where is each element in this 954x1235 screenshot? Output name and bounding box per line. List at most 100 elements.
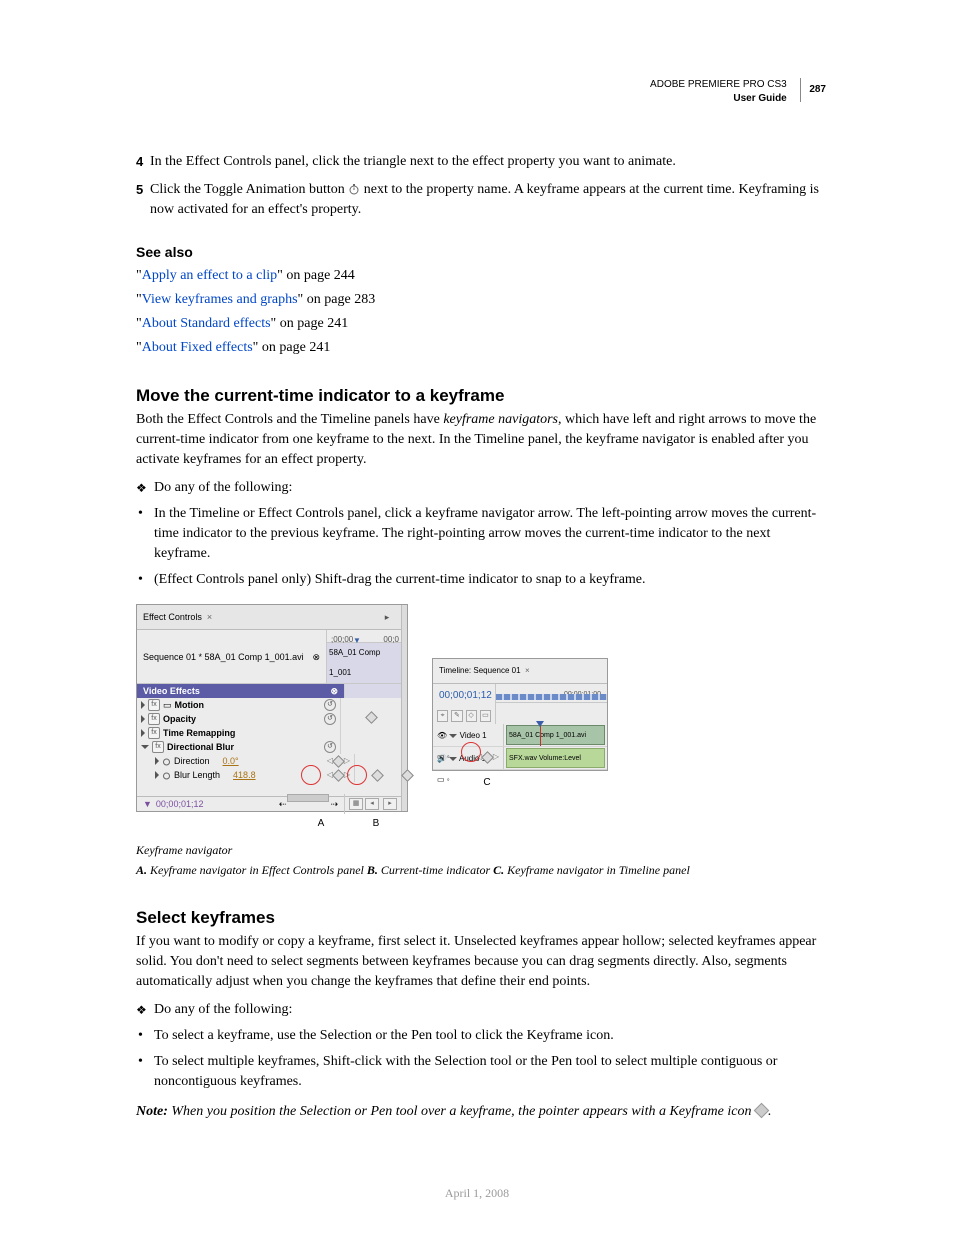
collapse-icon: ⊗ xyxy=(330,684,338,698)
xref-link[interactable]: About Fixed effects xyxy=(142,340,253,355)
disclosure-icon xyxy=(141,745,149,749)
current-time-indicator xyxy=(540,724,541,746)
product-name: ADOBE PREMIERE PRO CS3 xyxy=(650,79,787,90)
time-ruler: 00;00;01;00 xyxy=(496,684,607,703)
xref-link[interactable]: About Standard effects xyxy=(142,316,271,331)
diamond-icon: ❖ xyxy=(136,478,154,498)
effect-prop-direction: Direction0.0° ◁▷ xyxy=(137,754,401,768)
body-paragraph: If you want to modify or copy a keyframe… xyxy=(136,932,826,992)
video-track: 👁 Video 1 ▭ ◦ ◁▷ 58A_01 Comp 1_001.avi xyxy=(433,724,607,747)
snap-icon: ⌖ xyxy=(437,710,448,722)
keyframe-navigator: ◁▷ xyxy=(476,747,499,767)
bullet-item: • In the Timeline or Effect Controls pan… xyxy=(136,504,826,564)
keyframe-icon xyxy=(754,1103,770,1119)
step-text: Click the Toggle Animation button next t… xyxy=(150,180,826,220)
prev-button: ◂ xyxy=(365,798,379,810)
disclosure-icon xyxy=(155,771,159,779)
bullet-icon: • xyxy=(138,1026,154,1046)
eye-icon: 👁 xyxy=(437,731,447,740)
xref-item: "About Standard effects" on page 241 xyxy=(136,314,826,334)
reset-icon: ↺ xyxy=(324,699,336,711)
timeline-panel: Timeline: Sequence 01 × 00;00;01;12 ⌖ ✎ … xyxy=(432,658,608,771)
keyframe-icon xyxy=(365,711,378,724)
instruction-lead: ❖ Do any of the following: xyxy=(136,478,826,498)
stopwatch-icon xyxy=(162,754,171,768)
panel-tab: Effect Controls × ▸ xyxy=(137,605,401,630)
audio-clip: SFX.wav Volume:Level xyxy=(506,748,605,768)
figure: Effect Controls × ▸ Sequence 01 * 58A_01… xyxy=(136,604,826,880)
see-also-heading: See also xyxy=(136,242,826,262)
keyframe-icon xyxy=(332,769,345,782)
section-heading: Move the current-time indicator to a key… xyxy=(136,386,826,406)
timeline-toolbar: ⌖ ✎ ◇ ▭ xyxy=(433,708,495,724)
bullet-icon: • xyxy=(138,570,154,590)
stopwatch-icon xyxy=(162,768,171,782)
body-paragraph: Both the Effect Controls and the Timelin… xyxy=(136,410,826,470)
bullet-item: • (Effect Controls panel only) Shift-dra… xyxy=(136,570,826,590)
fx-icon: fx xyxy=(152,741,164,753)
step-number: 4 xyxy=(136,152,150,172)
cti-handle-icon: ▼ xyxy=(353,631,361,651)
tool-icon: ✎ xyxy=(451,710,462,722)
reset-icon: ↺ xyxy=(324,713,336,725)
disclosure-icon xyxy=(141,729,145,737)
step-text: In the Effect Controls panel, click the … xyxy=(150,152,826,172)
step-number: 5 xyxy=(136,180,150,220)
bullet-icon: • xyxy=(138,1052,154,1092)
section-heading: Select keyframes xyxy=(136,908,826,928)
timecode: 00;00;01;12 xyxy=(433,684,495,708)
panel-tab: Timeline: Sequence 01 × xyxy=(433,659,607,684)
tool-icon: ◇ xyxy=(466,710,477,722)
instruction-lead: ❖ Do any of the following: xyxy=(136,1000,826,1020)
video-clip: 58A_01 Comp 1_001.avi xyxy=(506,725,605,745)
xref-item: "View keyframes and graphs" on page 283 xyxy=(136,290,826,310)
xref-link[interactable]: View keyframes and graphs xyxy=(142,292,298,307)
reset-icon: ↺ xyxy=(324,741,336,753)
effect-row-timeremap: fxTime Remapping xyxy=(137,726,401,740)
footer-date: April 1, 2008 xyxy=(0,1186,954,1201)
effect-row-motion: fx▭Motion↺ xyxy=(137,698,401,712)
effect-controls-panel: Effect Controls × ▸ Sequence 01 * 58A_01… xyxy=(136,604,408,812)
fx-icon: fx xyxy=(148,699,160,711)
disclosure-icon xyxy=(155,757,159,765)
callout-row: C xyxy=(432,773,608,793)
page-number: 287 xyxy=(809,78,826,102)
bullet-icon: • xyxy=(138,504,154,564)
bullet-item: • To select multiple keyframes, Shift-cl… xyxy=(136,1052,826,1092)
keyframe-navigator: ◁▷ xyxy=(327,754,350,768)
keyframe-icon xyxy=(371,769,384,782)
page-content: 4 In the Effect Controls panel, click th… xyxy=(136,152,826,1122)
disclosure-icon xyxy=(141,715,145,723)
figure-key: A. Keyframe navigator in Effect Controls… xyxy=(136,860,826,880)
diamond-icon: ❖ xyxy=(136,1000,154,1020)
fx-icon: fx xyxy=(148,727,160,739)
xref-item: "Apply an effect to a clip" on page 244 xyxy=(136,266,826,286)
close-icon: × xyxy=(207,612,212,622)
effect-row-opacity: fxOpacity↺ xyxy=(137,712,401,726)
effect-row-dirblur: fxDirectional Blur↺ xyxy=(137,740,401,754)
guide-name: User Guide xyxy=(733,93,786,104)
xref-item: "About Fixed effects" on page 241 xyxy=(136,338,826,358)
step-4: 4 In the Effect Controls panel, click th… xyxy=(136,152,826,172)
note: Note: When you position the Selection or… xyxy=(136,1102,826,1122)
keyframe-navigator: ◁▷ xyxy=(327,768,350,782)
disclosure-icon xyxy=(141,701,145,709)
page-header: ADOBE PREMIERE PRO CS3 User Guide 287 xyxy=(650,78,826,106)
xref-link[interactable]: Apply an effect to a clip xyxy=(142,268,277,283)
keyframe-icon xyxy=(332,755,345,768)
bullet-item: • To select a keyframe, use the Selectio… xyxy=(136,1026,826,1046)
step-5: 5 Click the Toggle Animation button next… xyxy=(136,180,826,220)
tool-icon: ▭ xyxy=(480,710,491,722)
callout-row: A B xyxy=(136,814,408,834)
toggle-button: ▦ xyxy=(349,798,363,810)
stopwatch-icon xyxy=(348,182,360,197)
panel-footer: ▼ 00;00;01;12 ⇠⇢ ▦ ◂ ▸ xyxy=(137,796,401,811)
effect-prop-blurlength: Blur Length418.8 ◁▷ xyxy=(137,768,401,782)
cti-marker-icon: ▼ xyxy=(143,794,152,814)
panel-menu-icon: ▸ xyxy=(379,607,395,627)
sequence-row: Sequence 01 * 58A_01 Comp 1_001.avi ⊗ ;0… xyxy=(137,630,401,684)
next-button: ▸ xyxy=(383,798,397,810)
figure-title: Keyframe navigator xyxy=(136,840,826,860)
fx-icon: fx xyxy=(148,713,160,725)
video-effects-header: Video Effects⊗ xyxy=(137,684,401,698)
